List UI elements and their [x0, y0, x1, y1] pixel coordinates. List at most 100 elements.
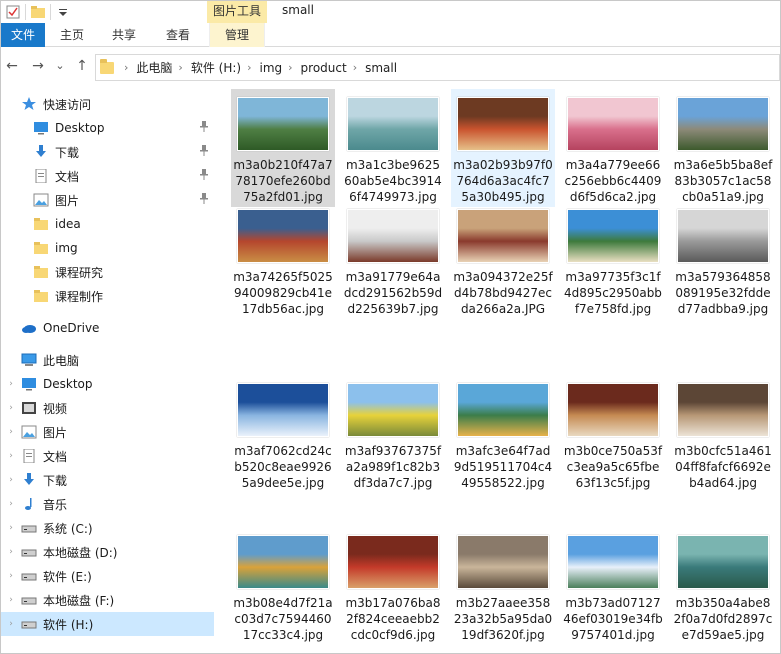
file-item[interactable]: m3b73ad0712746ef03019e34fb9757401d.jpg	[561, 527, 665, 645]
drive-icon	[21, 545, 37, 559]
file-item[interactable]: m3a02b93b97f0764d6a3ac4fc75a30b495.jpg	[451, 89, 555, 207]
file-item[interactable]: m3b350a4abe82f0a7d0fd2897ce7d59ae5.jpg	[671, 527, 775, 645]
nav-item-16[interactable]: › 音乐	[1, 492, 214, 516]
breadcrumb-this-pc[interactable]: 此电脑	[136, 59, 172, 76]
file-item[interactable]: m3a4a779ee66c256ebb6c4409d6f5d6ca2.jpg	[561, 89, 665, 207]
file-item[interactable]: m3b08e4d7f21ac03d7c759446017cc33c4.jpg	[231, 527, 335, 645]
breadcrumb-small[interactable]: small	[365, 61, 397, 75]
file-item[interactable]: m3a579364858089195e32fdded77adbba9.jpg	[671, 201, 775, 319]
file-item[interactable]: m3b0ce750a53fc3ea9a5c65fbe63f13c5f.jpg	[561, 375, 665, 493]
file-item[interactable]: m3af93767375fa2a989f1c82b3df3da7c7.jpg	[341, 375, 445, 493]
music-icon	[21, 497, 37, 511]
expand-chevron-icon[interactable]: ›	[5, 595, 17, 605]
nav-item-20[interactable]: › 本地磁盘 (F:)	[1, 588, 214, 612]
nav-item-13[interactable]: › 图片	[1, 420, 214, 444]
file-name: m3a579364858089195e32fdded77adbba9.jpg	[675, 270, 771, 316]
title-bar: 图片工具 small	[1, 1, 780, 23]
expand-chevron-icon[interactable]: ›	[5, 403, 17, 413]
expand-chevron-icon[interactable]: ›	[5, 547, 17, 557]
image-thumbnail	[237, 97, 329, 151]
tab-manage[interactable]: 管理	[209, 23, 265, 47]
nav-item-8[interactable]: 课程制作	[1, 284, 214, 308]
ribbon-tabs: 文件 主页 共享 查看 管理	[1, 23, 780, 47]
nav-item-label: 音乐	[43, 497, 68, 512]
file-item[interactable]: m3b27aaee35823a32b5a95da019df3620f.jpg	[451, 527, 555, 645]
nav-item-5[interactable]: idea	[1, 212, 214, 236]
file-item[interactable]: m3a91779e64adcd291562b59dd225639b7.jpg	[341, 201, 445, 319]
customize-dropdown-icon[interactable]	[55, 4, 71, 20]
file-name: m3a094372e25fd4b78bd9427ecda266a2a.JPG	[453, 270, 553, 316]
nav-item-17[interactable]: › 系统 (C:)	[1, 516, 214, 540]
image-thumbnail	[457, 97, 549, 151]
properties-icon[interactable]	[5, 4, 21, 20]
file-item[interactable]: m3afc3e64f7ad9d519511704c449558522.jpg	[451, 375, 555, 493]
file-item[interactable]: m3b0cfc51a46104ff8fafcf6692eb4ad64.jpg	[671, 375, 775, 493]
nav-item-14[interactable]: › 文档	[1, 444, 214, 468]
nav-item-21[interactable]: › 软件 (H:)	[1, 612, 214, 636]
expand-chevron-icon[interactable]: ›	[5, 427, 17, 437]
expand-chevron-icon[interactable]: ›	[5, 619, 17, 629]
new-folder-icon[interactable]	[30, 4, 46, 20]
file-item[interactable]: m3a97735f3c1f4d895c2950abbf7e758fd.jpg	[561, 201, 665, 319]
nav-item-label: OneDrive	[43, 321, 100, 335]
nav-item-9[interactable]: OneDrive	[1, 316, 214, 340]
drive-icon	[21, 617, 37, 631]
expand-chevron-icon[interactable]: ›	[5, 523, 17, 533]
breadcrumb-product[interactable]: product	[301, 61, 347, 75]
image-thumbnail	[237, 383, 329, 437]
expand-chevron-icon[interactable]: ›	[5, 379, 17, 389]
tab-view[interactable]: 查看	[163, 23, 193, 47]
nav-item-label: 图片	[55, 193, 80, 208]
breadcrumb-separator[interactable]: ›	[247, 61, 251, 74]
nav-item-6[interactable]: img	[1, 236, 214, 260]
nav-item-label: 图片	[43, 425, 68, 440]
breadcrumb-separator[interactable]: ›	[288, 61, 292, 74]
file-item[interactable]: m3a74265f502594009829cb41e17db56ac.jpg	[231, 201, 335, 319]
breadcrumb-img[interactable]: img	[259, 61, 282, 75]
breadcrumb-drive-h[interactable]: 软件 (H:)	[191, 59, 241, 76]
file-name: m3af7062cd24cb520c8eae99265a9dee5e.jpg	[234, 444, 332, 490]
back-arrow-icon[interactable]: ←	[3, 57, 21, 75]
nav-item-0[interactable]: 快速访问	[1, 92, 214, 116]
nav-item-label: 快速访问	[43, 97, 92, 112]
image-thumbnail	[567, 97, 659, 151]
nav-item-3[interactable]: 文档	[1, 164, 214, 188]
expand-chevron-icon[interactable]: ›	[5, 499, 17, 509]
tab-share[interactable]: 共享	[109, 23, 139, 47]
nav-item-19[interactable]: › 软件 (E:)	[1, 564, 214, 588]
file-item[interactable]: m3b17a076ba82f824ceeaebb2cdc0cf9d6.jpg	[341, 527, 445, 645]
file-item[interactable]: m3af7062cd24cb520c8eae99265a9dee5e.jpg	[231, 375, 335, 493]
nav-item-7[interactable]: 课程研究	[1, 260, 214, 284]
image-thumbnail	[567, 535, 659, 589]
nav-item-1[interactable]: Desktop	[1, 116, 214, 140]
nav-item-2[interactable]: 下载	[1, 140, 214, 164]
recent-locations-icon[interactable]: ⌄	[51, 57, 69, 75]
tab-home[interactable]: 主页	[57, 23, 87, 47]
nav-item-4[interactable]: 图片	[1, 188, 214, 212]
tab-file[interactable]: 文件	[1, 23, 45, 47]
address-bar[interactable]: › 此电脑 › 软件 (H:) › img › product › small	[95, 54, 780, 81]
image-thumbnail	[347, 383, 439, 437]
expand-chevron-icon[interactable]: ›	[5, 475, 17, 485]
file-item[interactable]: m3a1c3be962560ab5e4bc39146f4749973.jpg	[341, 89, 445, 207]
pin-icon	[200, 193, 208, 205]
breadcrumb-separator[interactable]: ›	[178, 61, 182, 74]
nav-item-11[interactable]: › Desktop	[1, 372, 214, 396]
breadcrumb-separator[interactable]: ›	[353, 61, 357, 74]
nav-item-10[interactable]: 此电脑	[1, 348, 214, 372]
expand-chevron-icon[interactable]: ›	[5, 571, 17, 581]
nav-item-18[interactable]: › 本地磁盘 (D:)	[1, 540, 214, 564]
file-item[interactable]: m3a0b210f47a778170efe260bd75a2fd01.jpg	[231, 89, 335, 207]
nav-item-label: 下载	[43, 473, 68, 488]
up-arrow-icon[interactable]: ↑	[73, 57, 91, 75]
expand-chevron-icon[interactable]: ›	[5, 451, 17, 461]
file-item[interactable]: m3a094372e25fd4b78bd9427ecda266a2a.JPG	[451, 201, 555, 319]
nav-item-12[interactable]: › 视频	[1, 396, 214, 420]
drive-icon	[21, 521, 37, 535]
nav-item-15[interactable]: › 下载	[1, 468, 214, 492]
breadcrumb-separator[interactable]: ›	[124, 61, 128, 74]
pin-icon	[200, 121, 208, 133]
file-item[interactable]: m3a6e5b5ba8ef83b3057c1ac58cb0a51a9.jpg	[671, 89, 775, 207]
forward-arrow-icon[interactable]: →	[29, 57, 47, 75]
computer-icon	[21, 353, 37, 367]
